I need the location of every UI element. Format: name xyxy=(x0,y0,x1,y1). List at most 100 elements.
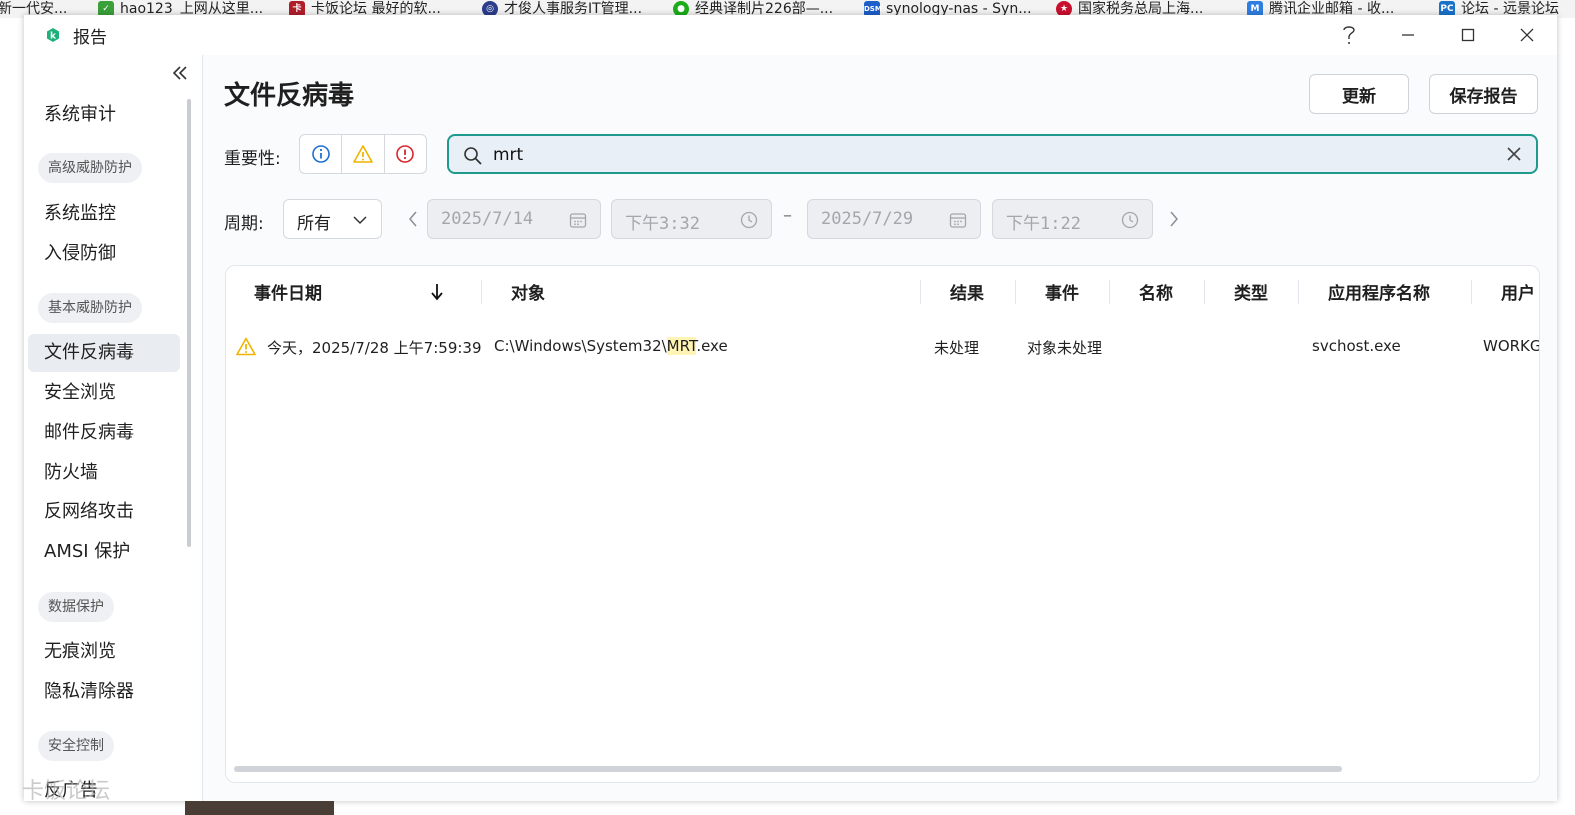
sidebar-item-system-monitor[interactable]: 系统监控 xyxy=(28,195,180,233)
close-button[interactable] xyxy=(1507,21,1547,49)
main-panel: 文件反病毒 更新 保存报告 重要性: 周期: 所有 2025/ xyxy=(203,55,1557,801)
title-bar: k 报告 xyxy=(24,15,1557,55)
end-date-value: 2025/7/29 xyxy=(821,209,914,229)
severity-warning-toggle[interactable] xyxy=(342,135,385,173)
end-date-field: 2025/7/29 xyxy=(807,199,981,239)
sidebar-item-label: 反网络攻击 xyxy=(44,501,134,522)
sidebar-item-label: 系统审计 xyxy=(44,104,116,125)
sidebar-item-mail-antivirus[interactable]: 邮件反病毒 xyxy=(28,414,180,452)
sidebar-item-firewall[interactable]: 防火墙 xyxy=(28,454,180,492)
sidebar-item-intrusion-prevention[interactable]: 入侵防御 xyxy=(28,235,180,273)
end-time-value: 下午1:22 xyxy=(1006,214,1081,234)
sidebar-item-privacy-cleaner[interactable]: 隐私清除器 xyxy=(28,673,180,711)
background-image-fragment xyxy=(185,801,334,815)
column-header-result[interactable]: 结果 xyxy=(950,279,984,304)
period-label: 周期: xyxy=(224,214,264,234)
maximize-button[interactable] xyxy=(1448,21,1488,49)
sidebar-item-file-antivirus[interactable]: 文件反病毒 xyxy=(28,334,180,372)
cell-event-date: 今天，2025/7/28 上午7:59:39 xyxy=(267,339,482,357)
object-path-suffix: .exe xyxy=(696,337,728,355)
help-button[interactable] xyxy=(1329,21,1369,49)
clock-icon xyxy=(1121,211,1139,229)
column-header-name[interactable]: 名称 xyxy=(1139,279,1173,304)
severity-critical-toggle[interactable] xyxy=(385,135,426,173)
column-divider[interactable] xyxy=(920,280,921,304)
next-period-icon[interactable] xyxy=(1169,211,1179,227)
double-chevron-left-icon xyxy=(172,66,187,80)
column-header-event[interactable]: 事件 xyxy=(1045,279,1079,304)
sidebar-item-private-browsing[interactable]: 无痕浏览 xyxy=(28,633,180,671)
svg-text:k: k xyxy=(50,32,57,42)
sidebar-item-label: 邮件反病毒 xyxy=(44,422,134,443)
search-input[interactable] xyxy=(491,142,1485,168)
column-divider[interactable] xyxy=(1109,280,1110,304)
sidebar-item-label: 系统监控 xyxy=(44,203,116,224)
object-path-prefix: C:\Windows\System32\ xyxy=(494,337,667,355)
close-icon xyxy=(1520,28,1534,42)
kaspersky-logo-icon: k xyxy=(47,28,59,42)
date-range-separator: – xyxy=(783,205,792,226)
severity-info-toggle[interactable] xyxy=(300,135,343,173)
sidebar-scrollbar[interactable] xyxy=(187,99,191,547)
sidebar-item-network-attack[interactable]: 反网络攻击 xyxy=(28,493,180,531)
watermark: 卡饭论坛 xyxy=(22,779,111,804)
sidebar-item-system-audit[interactable]: 系统审计 xyxy=(28,96,180,134)
end-time-field: 下午1:22 xyxy=(992,199,1153,239)
sidebar-item-label: 文件反病毒 xyxy=(44,342,134,363)
sidebar-item-label: 防火墙 xyxy=(44,462,98,483)
period-select[interactable]: 所有 xyxy=(283,199,382,239)
column-header-user[interactable]: 用户 xyxy=(1501,279,1535,304)
collapse-sidebar-button[interactable] xyxy=(170,63,190,83)
severity-label: 重要性: xyxy=(224,149,281,169)
minimize-icon xyxy=(1402,34,1414,36)
column-header-type[interactable]: 类型 xyxy=(1234,279,1268,304)
start-date-field: 2025/7/14 xyxy=(427,199,601,239)
cell-user: WORKG xyxy=(1483,337,1540,355)
column-divider[interactable] xyxy=(1015,280,1016,304)
column-divider[interactable] xyxy=(1204,280,1205,304)
column-header-object[interactable]: 对象 xyxy=(511,279,545,304)
update-button[interactable]: 更新 xyxy=(1309,74,1409,114)
column-divider[interactable] xyxy=(481,280,482,304)
sort-descending-icon[interactable] xyxy=(431,283,443,301)
clear-search-icon[interactable] xyxy=(1506,146,1522,162)
critical-icon xyxy=(396,145,415,163)
search-icon xyxy=(464,147,482,165)
sidebar-item-amsi[interactable]: AMSI 保护 xyxy=(28,533,180,571)
question-icon xyxy=(1343,26,1355,44)
sidebar: 系统审计 高级威胁防护 系统监控 入侵防御 基本威胁防护 文件反病毒 安全浏览 … xyxy=(24,55,203,801)
calendar-icon xyxy=(949,213,967,228)
start-time-value: 下午3:32 xyxy=(625,214,700,234)
report-window: k 报告 系统审计 高级威胁防护 系统监控 入侵防御 基本威胁防护 文件反病毒 … xyxy=(24,15,1557,801)
sidebar-category-security-control: 安全控制 xyxy=(38,731,114,761)
info-icon xyxy=(311,145,330,163)
page-title: 文件反病毒 xyxy=(224,81,355,111)
warning-icon xyxy=(353,145,373,163)
cell-result: 未处理 xyxy=(934,339,980,357)
window-title: 报告 xyxy=(73,28,107,48)
column-divider[interactable] xyxy=(1298,280,1299,304)
column-header-application[interactable]: 应用程序名称 xyxy=(1328,279,1430,304)
sidebar-category-advanced-threat: 高级威胁防护 xyxy=(38,153,142,183)
sidebar-item-label: 隐私清除器 xyxy=(44,681,134,702)
sidebar-item-label: AMSI 保护 xyxy=(44,541,131,562)
severity-filter xyxy=(299,134,427,174)
minimize-button[interactable] xyxy=(1388,21,1428,49)
previous-period-icon[interactable] xyxy=(408,211,418,227)
start-date-value: 2025/7/14 xyxy=(441,209,534,229)
column-divider[interactable] xyxy=(1471,280,1472,304)
cell-object: C:\Windows\System32\MRT.exe xyxy=(494,337,728,355)
warning-icon xyxy=(236,337,256,356)
sidebar-item-label: 入侵防御 xyxy=(44,243,116,264)
save-report-button[interactable]: 保存报告 xyxy=(1429,74,1538,114)
horizontal-scrollbar[interactable] xyxy=(234,766,1342,772)
sidebar-category-basic-threat: 基本威胁防护 xyxy=(38,293,142,323)
chevron-down-icon xyxy=(353,216,367,225)
start-time-field: 下午3:32 xyxy=(611,199,772,239)
column-header-event-date[interactable]: 事件日期 xyxy=(254,279,322,304)
search-match-highlight: MRT xyxy=(666,337,697,355)
calendar-icon xyxy=(569,213,587,228)
cell-application: svchost.exe xyxy=(1312,337,1401,355)
sidebar-item-safe-browsing[interactable]: 安全浏览 xyxy=(28,374,180,412)
events-table: 事件日期 对象 结果 事件 名称 类型 应用程序名称 用户 今天，2025/7/… xyxy=(225,265,1540,783)
